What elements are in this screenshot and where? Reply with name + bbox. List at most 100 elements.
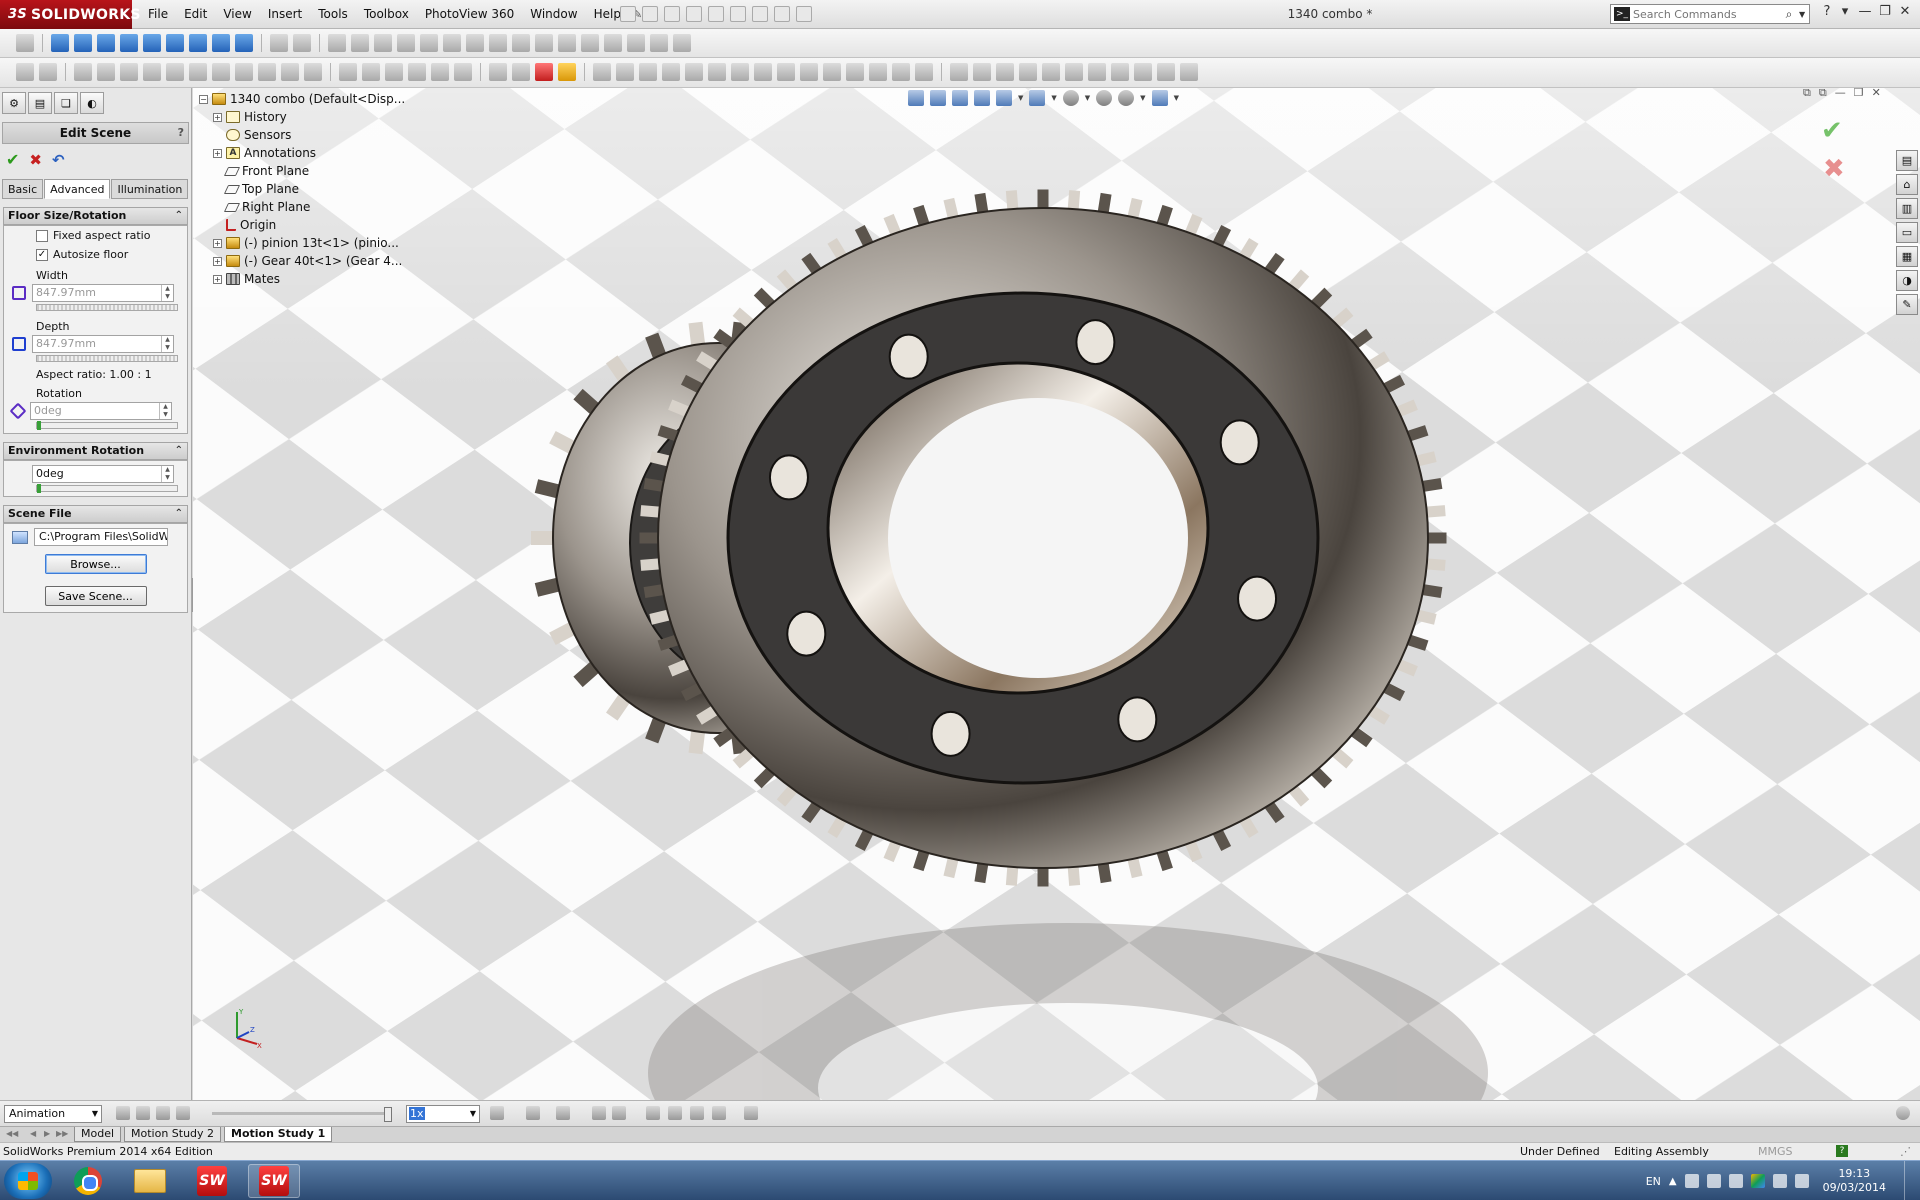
shell-icon[interactable] bbox=[777, 63, 795, 81]
help-icon[interactable]: ? bbox=[1818, 4, 1836, 19]
menu-toolbox[interactable]: Toolbox bbox=[356, 0, 417, 29]
expand-icon[interactable]: + bbox=[213, 274, 222, 284]
tree-item-top-plane[interactable]: Top Plane bbox=[213, 180, 405, 198]
bill-of-materials-icon[interactable] bbox=[535, 34, 553, 52]
fixed-aspect-row[interactable]: Fixed aspect ratio bbox=[4, 226, 187, 245]
expand-icon[interactable]: + bbox=[213, 112, 222, 122]
show-hidden-icon[interactable] bbox=[443, 34, 461, 52]
taskbar-solidworks-2[interactable]: SW bbox=[248, 1164, 300, 1198]
point-icon[interactable] bbox=[258, 63, 276, 81]
extend-surface-icon[interactable] bbox=[1157, 63, 1175, 81]
environment-rotation-header[interactable]: Environment Rotation ⌃ bbox=[3, 442, 188, 460]
split-view-vertical-icon[interactable]: ⧉ bbox=[1819, 88, 1827, 100]
smart-dimension-icon[interactable] bbox=[293, 34, 311, 52]
menu-tools[interactable]: Tools bbox=[310, 0, 356, 29]
tree-item-pinion[interactable]: + (-) pinion 13t<1> (pinio... bbox=[213, 234, 405, 252]
trimetric-view-icon[interactable] bbox=[212, 34, 230, 52]
display-manager-tab[interactable]: ◐ bbox=[80, 92, 104, 114]
insert-component-icon[interactable] bbox=[328, 34, 346, 52]
trim-surface-icon[interactable] bbox=[1134, 63, 1152, 81]
view-palette-icon[interactable]: ▦ bbox=[1896, 246, 1918, 267]
tree-item-annotations[interactable]: + A Annotations bbox=[213, 144, 405, 162]
exploded-view-icon[interactable] bbox=[558, 34, 576, 52]
rapid-sketch-icon[interactable] bbox=[558, 63, 576, 81]
zoom-to-area-icon[interactable] bbox=[930, 90, 946, 106]
mate-icon[interactable] bbox=[351, 34, 369, 52]
tab-motion-study-2[interactable]: Motion Study 2 bbox=[124, 1127, 222, 1142]
spring-icon[interactable] bbox=[668, 1106, 682, 1120]
menu-file[interactable]: File bbox=[140, 0, 176, 29]
chevron-down-icon[interactable]: ▼ bbox=[1085, 94, 1090, 102]
menu-photoview[interactable]: PhotoView 360 bbox=[417, 0, 522, 29]
confirm-ok-icon[interactable]: ✔ bbox=[1821, 116, 1843, 146]
stop-icon[interactable] bbox=[176, 1106, 190, 1120]
help-icon[interactable]: ? bbox=[1836, 1145, 1848, 1157]
study-type-select[interactable]: Animation ▼ bbox=[4, 1105, 102, 1123]
play-icon[interactable] bbox=[156, 1106, 170, 1120]
search-input[interactable] bbox=[1633, 7, 1779, 21]
large-assembly-icon[interactable] bbox=[673, 34, 691, 52]
convert-entities-icon[interactable] bbox=[362, 63, 380, 81]
browse-button[interactable]: Browse... bbox=[44, 554, 147, 574]
tab-advanced[interactable]: Advanced bbox=[44, 179, 111, 199]
depth-field[interactable]: 847.97mm ▲ ▼ bbox=[32, 335, 174, 353]
sketch-tool-icon[interactable] bbox=[16, 63, 34, 81]
environment-rotation-field[interactable]: 0deg ▲ ▼ bbox=[32, 465, 174, 483]
smart-fasteners-icon[interactable] bbox=[397, 34, 415, 52]
view-settings-icon[interactable] bbox=[1151, 90, 1168, 106]
minimize-icon[interactable]: — bbox=[1835, 88, 1846, 100]
resize-grip-icon[interactable]: ⋰ bbox=[1900, 1143, 1911, 1160]
playback-speed-select[interactable]: 1x ▼ bbox=[406, 1105, 480, 1123]
search-icon[interactable]: ⌕ bbox=[1779, 7, 1799, 22]
collapse-icon[interactable]: ⌃ bbox=[175, 506, 183, 522]
move-component-icon[interactable] bbox=[420, 34, 438, 52]
chamfer-icon[interactable] bbox=[823, 63, 841, 81]
normal-to-icon[interactable] bbox=[16, 34, 34, 52]
chevron-down-icon[interactable]: ▼ bbox=[92, 1106, 98, 1122]
spline-icon[interactable] bbox=[189, 63, 207, 81]
cut-icon[interactable] bbox=[708, 63, 726, 81]
gravity-icon[interactable] bbox=[712, 1106, 726, 1120]
start-button[interactable] bbox=[4, 1163, 52, 1199]
sketch-icon[interactable] bbox=[270, 34, 288, 52]
custom-properties-icon[interactable]: ✎ bbox=[1896, 294, 1918, 315]
tree-root[interactable]: − 1340 combo (Default<Disp... bbox=[199, 90, 405, 108]
expand-icon[interactable]: + bbox=[213, 148, 222, 158]
feature-manager-tab[interactable]: ⚙ bbox=[2, 92, 26, 114]
contact-icon[interactable] bbox=[690, 1106, 704, 1120]
isometric-view-icon[interactable] bbox=[189, 34, 207, 52]
taskbar-solidworks-1[interactable]: SW bbox=[186, 1164, 238, 1198]
revolve-icon[interactable] bbox=[616, 63, 634, 81]
property-manager-tab[interactable]: ▤ bbox=[28, 92, 52, 114]
ruled-surface-icon[interactable] bbox=[1088, 63, 1106, 81]
width-field[interactable]: 847.97mm ▲ ▼ bbox=[32, 284, 174, 302]
collapse-icon[interactable]: ⌃ bbox=[175, 443, 183, 459]
volume-icon[interactable] bbox=[1794, 1174, 1809, 1188]
clock[interactable]: 19:13 09/03/2014 bbox=[1823, 1167, 1886, 1195]
playback-slider[interactable] bbox=[212, 1107, 392, 1122]
restore-icon[interactable]: ❐ bbox=[1876, 4, 1894, 19]
motor-icon[interactable] bbox=[646, 1106, 660, 1120]
prev-tab-icon[interactable]: ◀ bbox=[30, 1129, 36, 1138]
battery-icon[interactable] bbox=[1728, 1174, 1743, 1188]
dimetric-view-icon[interactable] bbox=[235, 34, 253, 52]
google-drive-icon[interactable] bbox=[1750, 1174, 1765, 1188]
assembly-features-icon[interactable] bbox=[466, 34, 484, 52]
confirm-cancel-icon[interactable]: ✖ bbox=[1823, 154, 1845, 184]
rib-icon[interactable] bbox=[754, 63, 772, 81]
menu-window[interactable]: Window bbox=[522, 0, 585, 29]
rebuild-icon[interactable] bbox=[752, 6, 768, 22]
update-speedpak-icon[interactable] bbox=[627, 34, 645, 52]
trim-icon[interactable] bbox=[339, 63, 357, 81]
hide-show-items-icon[interactable] bbox=[1062, 90, 1079, 106]
scene-file-path[interactable]: C:\Program Files\SolidWo bbox=[34, 528, 168, 546]
arc-icon[interactable] bbox=[166, 63, 184, 81]
surface-extrude-icon[interactable] bbox=[950, 63, 968, 81]
floor-size-rotation-header[interactable]: Floor Size/Rotation ⌃ bbox=[3, 207, 188, 225]
autokey-icon[interactable] bbox=[592, 1106, 606, 1120]
right-view-icon[interactable] bbox=[120, 34, 138, 52]
animation-wizard-icon[interactable] bbox=[556, 1106, 570, 1120]
flag-icon[interactable] bbox=[1772, 1174, 1787, 1188]
depth-slider[interactable] bbox=[36, 355, 178, 362]
chevron-down-icon[interactable]: ▼ bbox=[1174, 94, 1179, 102]
